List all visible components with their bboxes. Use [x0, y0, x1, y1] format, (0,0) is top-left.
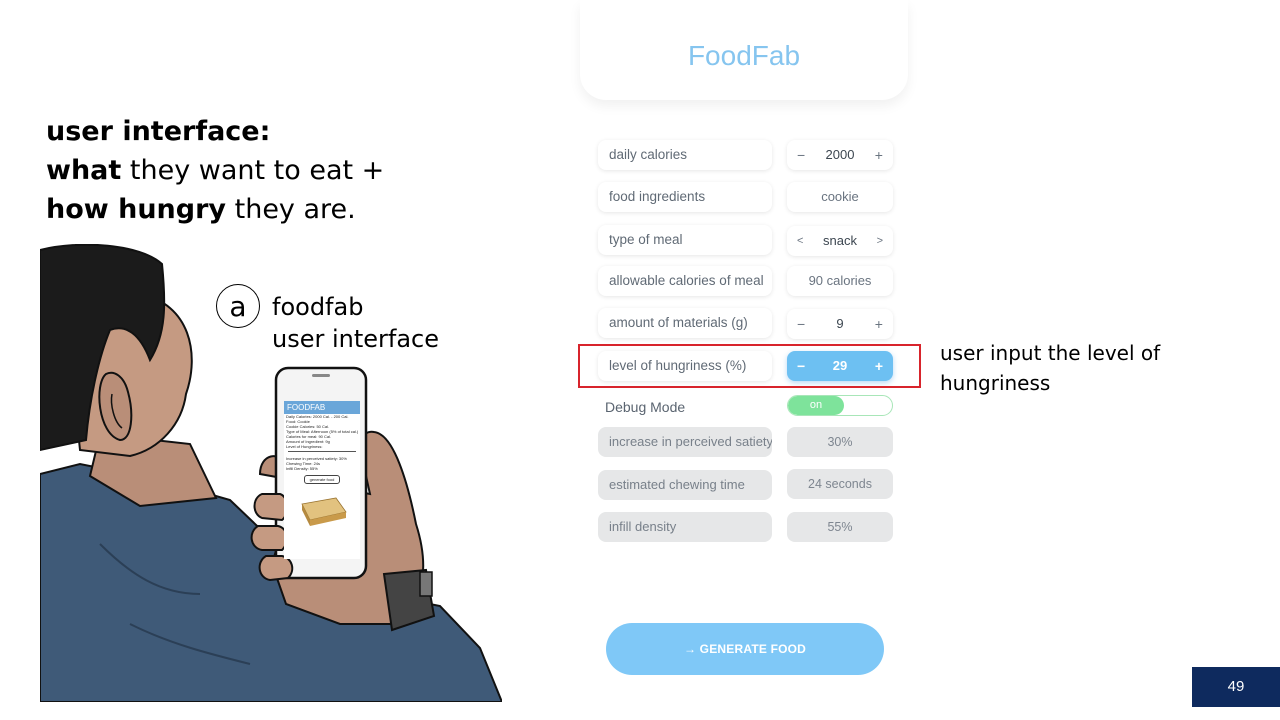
app-title: FoodFab [687, 40, 801, 71]
figure-label-badge: a [216, 284, 260, 328]
headline-line-2: what they want to eat + [46, 155, 385, 186]
food-preview-image [301, 497, 347, 526]
phone-line: Level of Hungriness: [286, 444, 323, 449]
phone-screen: FOODFAB Daily Calories: 2000 Cal. - 200 … [284, 401, 360, 559]
decrement-button[interactable]: − [797, 140, 805, 170]
type-of-meal-selector[interactable]: < snack > [787, 226, 893, 256]
allowable-calories-label: allowable calories of meal [598, 266, 772, 296]
phone-generate-button: generate food [304, 475, 340, 484]
food-ingredients-label: food ingredients [598, 182, 772, 212]
phone-line: Infill Density: 55% [286, 466, 318, 471]
figure-label-line-2: user interface [272, 325, 440, 353]
chewing-time-value: 24 seconds [787, 469, 893, 499]
infill-density-label: infill density [598, 512, 772, 542]
toggle-on-knob: on [788, 396, 844, 415]
previous-option-button[interactable]: < [797, 226, 803, 256]
slide: user interface: what they want to eat + … [0, 0, 1280, 720]
type-of-meal-value: snack [823, 233, 857, 248]
annotation-note: user input the level of hungriness [940, 338, 1160, 398]
chewing-time-label: estimated chewing time [598, 470, 772, 500]
decrement-button[interactable]: − [797, 309, 805, 339]
annotation-line-2: hungriness [940, 371, 1051, 395]
debug-mode-toggle[interactable]: on [787, 395, 893, 416]
increment-button[interactable]: + [875, 140, 883, 170]
satiety-label: increase in perceived satiety [598, 427, 772, 457]
daily-calories-label: daily calories [598, 140, 772, 170]
page-number: 49 [1192, 667, 1280, 707]
type-of-meal-label: type of meal [598, 225, 772, 255]
food-ingredients-input[interactable]: cookie [787, 182, 893, 212]
headline-line-1: user interface: [46, 116, 271, 147]
hungriness-highlight-box [578, 344, 921, 388]
phone-app-header: FOODFAB [284, 401, 360, 414]
daily-calories-stepper[interactable]: − 2000 + [787, 140, 893, 170]
figure-label: foodfab user interface [272, 291, 439, 355]
generate-food-button[interactable]: → GENERATE FOOD [606, 623, 884, 675]
amount-of-materials-label: amount of materials (g) [598, 308, 772, 338]
headline-line-3: how hungry they are. [46, 194, 356, 225]
next-option-button[interactable]: > [877, 226, 883, 256]
satiety-value: 30% [787, 427, 893, 457]
amount-of-materials-stepper[interactable]: − 9 + [787, 309, 893, 339]
debug-mode-label: Debug Mode [605, 399, 686, 415]
figure-label-line-1: foodfab [272, 293, 364, 321]
increment-button[interactable]: + [875, 309, 883, 339]
headline: user interface: what they want to eat + … [46, 112, 516, 229]
daily-calories-value: 2000 [825, 147, 855, 162]
infill-density-value: 55% [787, 512, 893, 542]
amount-of-materials-value: 9 [836, 316, 844, 331]
allowable-calories-value: 90 calories [787, 266, 893, 296]
annotation-line-1: user input the level of [940, 341, 1161, 365]
